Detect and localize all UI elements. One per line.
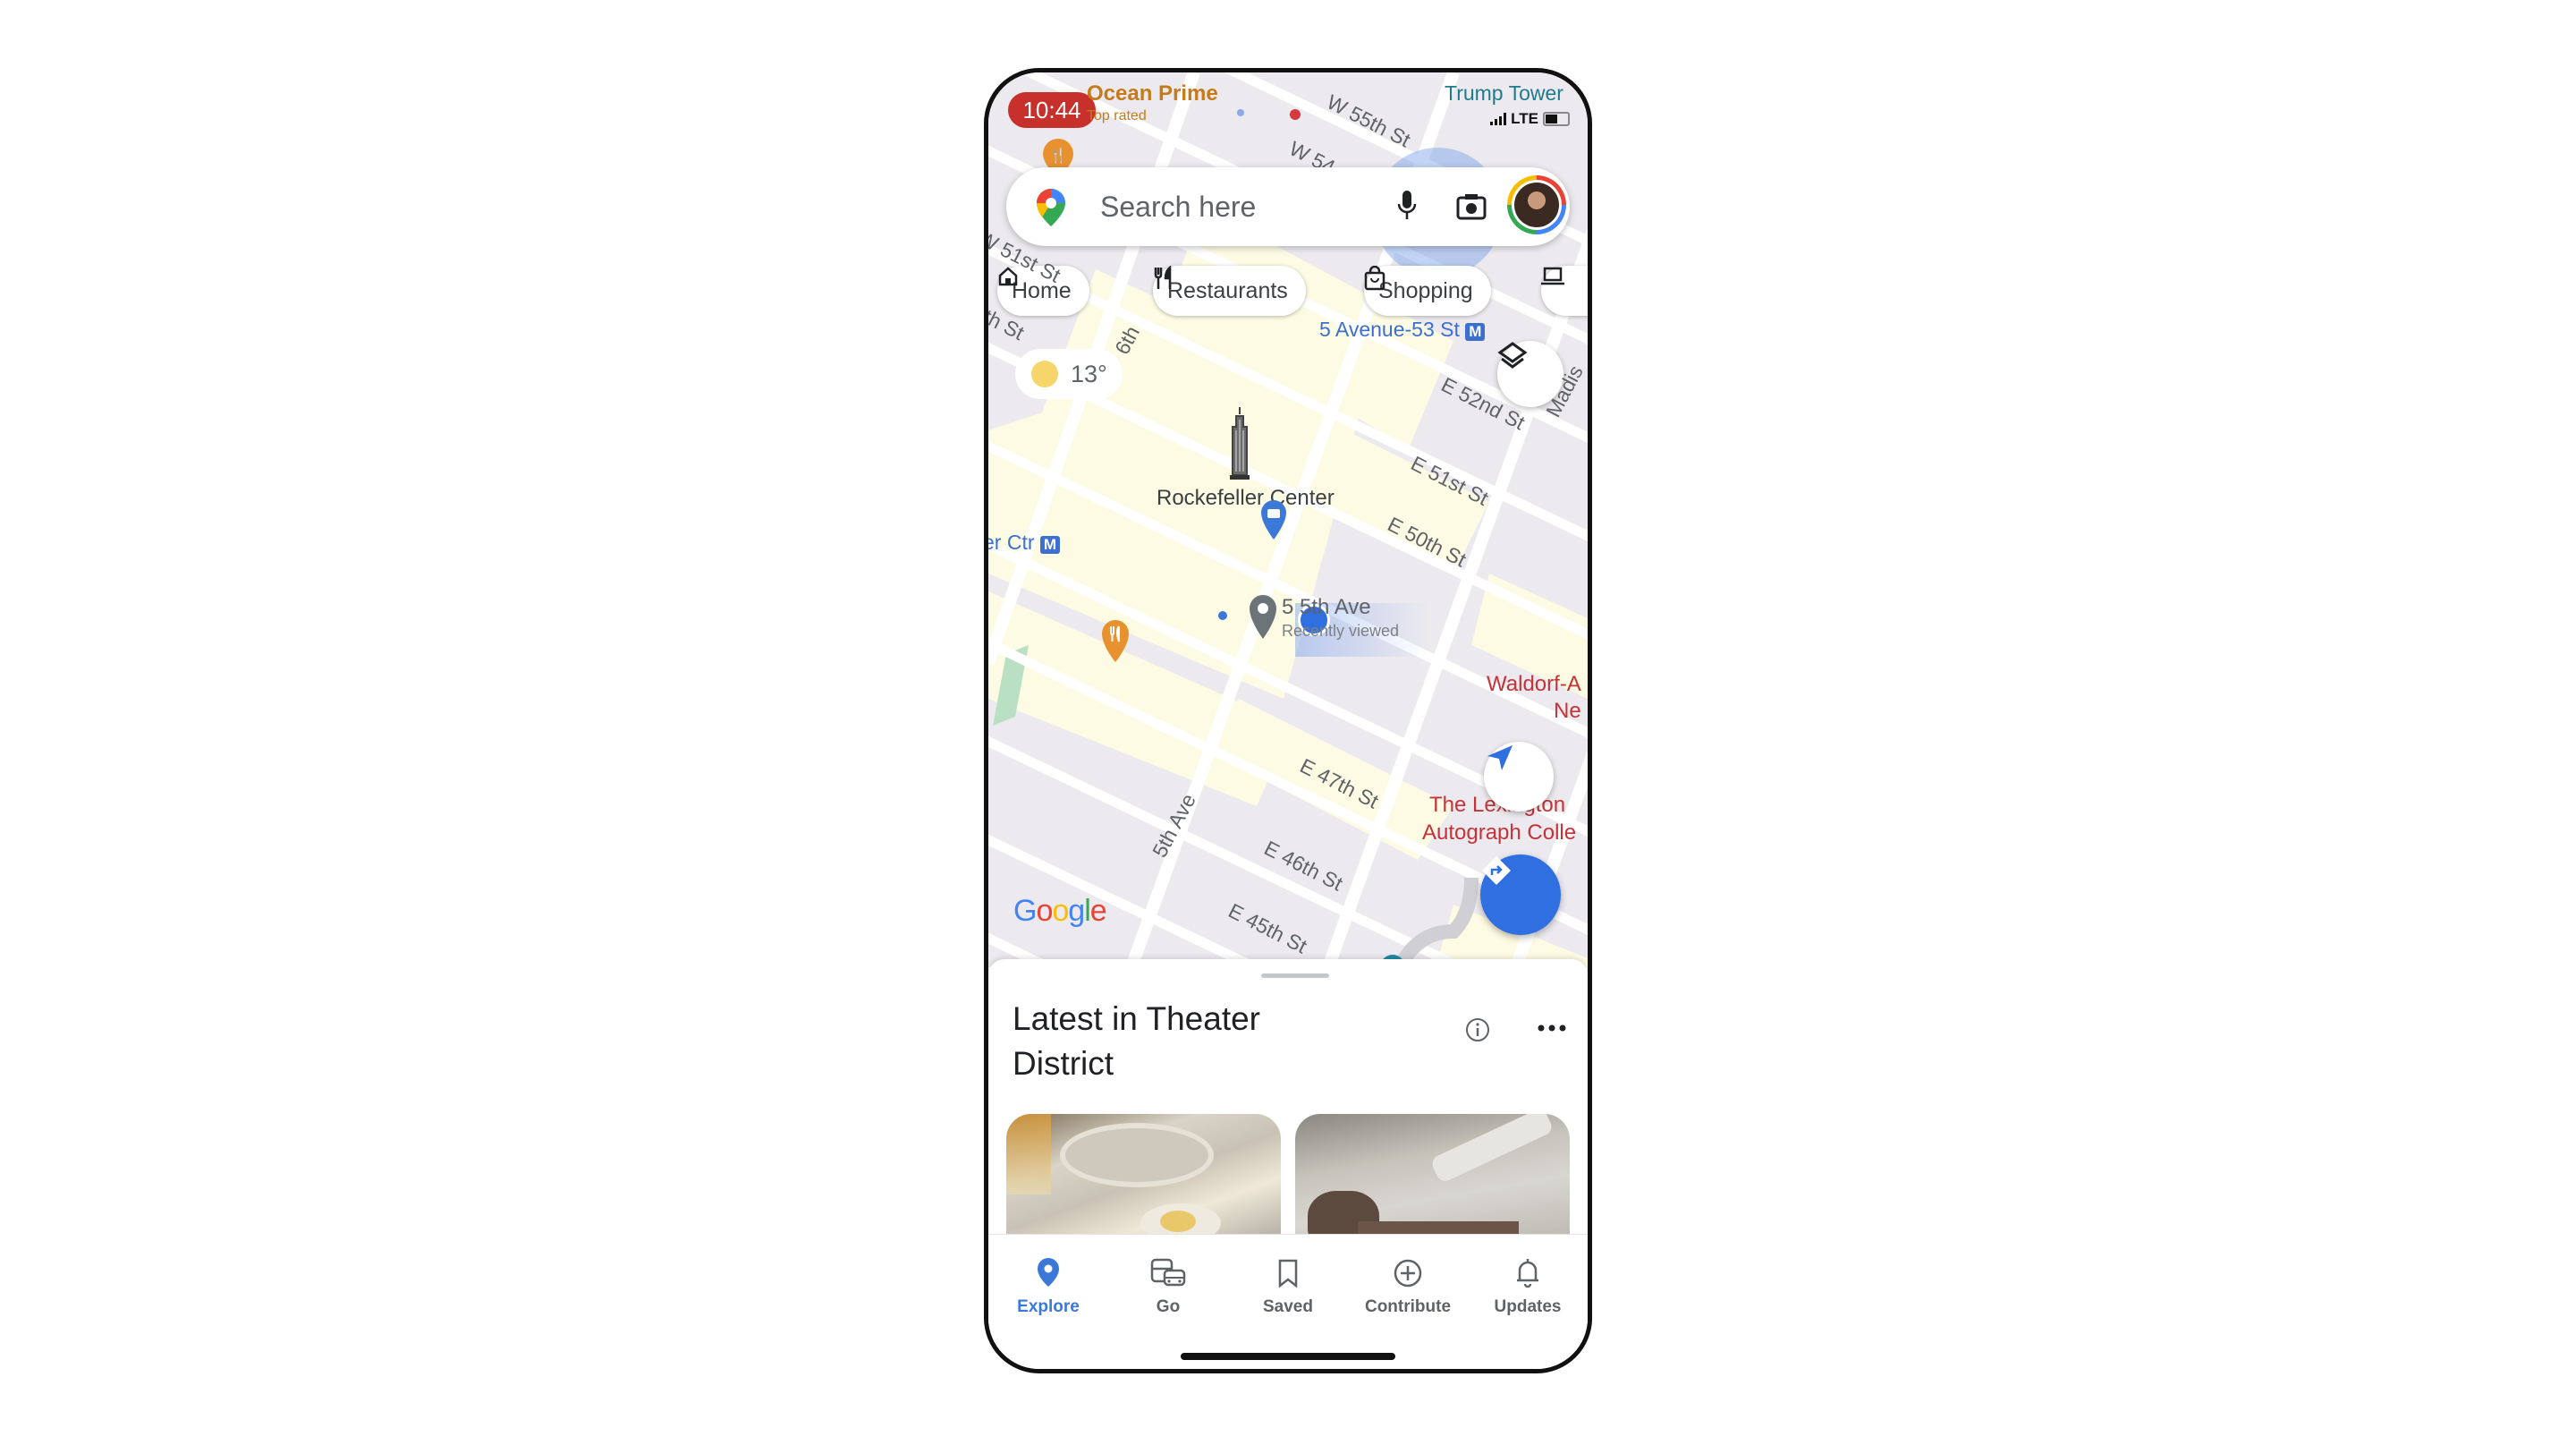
poi-dot <box>1290 109 1301 120</box>
nav-updates[interactable]: Updates <box>1468 1235 1588 1317</box>
poi-sublabel: Top rated <box>1087 108 1147 123</box>
restaurant-icon <box>1154 266 1172 289</box>
sheet-drag-handle[interactable] <box>1261 973 1329 978</box>
commute-icon <box>1150 1258 1186 1287</box>
status-indicators: LTE <box>1490 110 1570 128</box>
restaurant-pin-icon[interactable] <box>1099 618 1131 665</box>
poi-label-waldorf[interactable]: Waldorf-A <box>1487 672 1581 697</box>
camera-icon[interactable] <box>1456 192 1487 221</box>
network-type: LTE <box>1511 110 1538 127</box>
signal-icon <box>1490 113 1507 125</box>
avatar[interactable] <box>1507 175 1566 234</box>
poi-label-ocean-prime[interactable]: Ocean Prime <box>1087 81 1218 106</box>
info-icon[interactable] <box>1464 1016 1491 1043</box>
more-horizontal-icon[interactable] <box>1537 1022 1567 1034</box>
bottom-navigation: Explore Go Saved Contribute Updates <box>988 1234 1588 1369</box>
layers-icon <box>1497 342 1528 369</box>
svg-text:🍴: 🍴 <box>1049 147 1067 164</box>
search-bar[interactable]: Search here <box>1006 167 1570 246</box>
nav-explore[interactable]: Explore <box>988 1235 1108 1317</box>
nav-contribute[interactable]: Contribute <box>1348 1235 1468 1317</box>
transit-label-5-avenue[interactable]: 5 Avenue-53 St M <box>1319 318 1486 342</box>
metro-icon: M <box>1465 323 1486 341</box>
navigation-arrow-icon <box>1487 745 1513 770</box>
battery-icon <box>1543 112 1570 126</box>
chip-more[interactable] <box>1541 266 1588 316</box>
rockefeller-landmark-icon <box>1230 407 1250 480</box>
nav-label: Updates <box>1494 1297 1562 1316</box>
weather-chip[interactable]: 13° <box>1015 349 1123 399</box>
poi-label-lexington-2: Autograph Colle <box>1422 820 1577 845</box>
sun-icon <box>1031 361 1058 387</box>
nav-label: Saved <box>1263 1297 1313 1316</box>
landmark-label-rockefeller[interactable]: Rockefeller Center <box>1157 486 1335 511</box>
chip-label: Restaurants <box>1167 277 1288 303</box>
microphone-icon[interactable] <box>1396 189 1418 225</box>
nav-go[interactable]: Go <box>1108 1235 1228 1317</box>
sheet-title: Latest in Theater District <box>1013 1000 1260 1082</box>
status-time: 10:44 <box>1008 92 1096 128</box>
directions-button[interactable] <box>1480 854 1561 935</box>
nav-label: Explore <box>1017 1297 1080 1316</box>
transit-station-name: 5 Avenue-53 St <box>1319 318 1460 341</box>
transit-dot <box>1237 109 1244 116</box>
transit-label-center[interactable]: er Ctr M <box>988 531 1061 555</box>
saved-place-sublabel: Recently viewed <box>1282 622 1400 640</box>
phone-frame: 10:44 LTE Ocean Prime Top rated Trump To… <box>984 68 1592 1373</box>
nav-label: Contribute <box>1364 1297 1452 1316</box>
google-attribution-logo: Google <box>1013 894 1107 928</box>
saved-place-label[interactable]: 5 5th Ave <box>1282 595 1371 620</box>
my-location-button[interactable] <box>1484 742 1554 812</box>
chip-shopping[interactable]: Shopping <box>1364 266 1491 316</box>
temperature: 13° <box>1071 360 1107 387</box>
metro-icon: M <box>1039 536 1061 554</box>
bookmark-icon <box>1278 1259 1298 1288</box>
saved-place-pin-icon[interactable] <box>1248 593 1278 642</box>
photo-card[interactable] <box>1006 1114 1281 1248</box>
transit-dot <box>1218 611 1227 620</box>
nav-label: Go <box>1156 1297 1181 1316</box>
add-circle-icon <box>1394 1259 1422 1288</box>
home-indicator[interactable] <box>1181 1353 1395 1360</box>
photo-card[interactable] <box>1295 1114 1570 1248</box>
transit-station-name: er Ctr <box>988 531 1035 554</box>
laptop-icon <box>1541 267 1564 285</box>
bell-icon <box>1517 1259 1538 1288</box>
poi-label-trump-tower[interactable]: Trump Tower <box>1445 81 1563 106</box>
poi-label-waldorf-2: Ne <box>1554 699 1581 723</box>
map-view[interactable]: 10:44 LTE Ocean Prime Top rated Trump To… <box>988 72 1588 967</box>
chip-restaurants[interactable]: Restaurants <box>1153 266 1306 316</box>
shopping-pin-icon[interactable] <box>1259 498 1288 543</box>
shopping-bag-icon <box>1364 266 1385 291</box>
google-maps-pin-icon <box>1037 189 1065 226</box>
explore-pin-icon <box>1038 1258 1059 1287</box>
search-input[interactable]: Search here <box>1100 191 1256 224</box>
nav-saved[interactable]: Saved <box>1228 1235 1348 1317</box>
directions-icon <box>1482 856 1511 885</box>
chip-label: Shopping <box>1378 277 1473 303</box>
